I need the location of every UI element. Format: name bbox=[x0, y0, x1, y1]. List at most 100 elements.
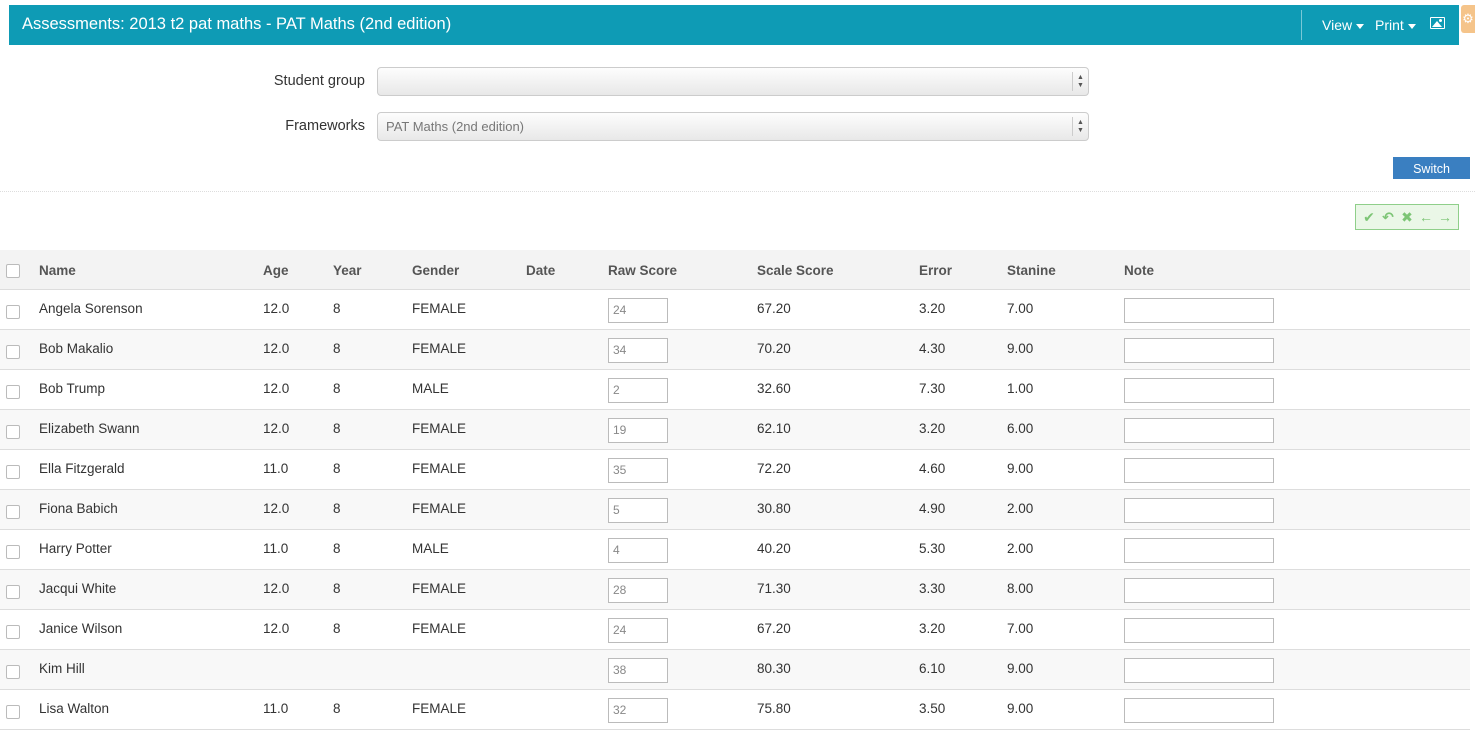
undo-icon[interactable]: ↶ bbox=[1380, 209, 1397, 226]
student-name: Jacqui White bbox=[39, 581, 117, 596]
row-checkbox[interactable] bbox=[6, 465, 20, 479]
raw-score-input[interactable]: 19 bbox=[608, 418, 668, 443]
student-age: 12.0 bbox=[263, 581, 290, 596]
error-value: 3.30 bbox=[919, 581, 946, 596]
student-age: 12.0 bbox=[263, 501, 290, 516]
note-input[interactable] bbox=[1124, 618, 1274, 643]
scale-score: 32.60 bbox=[757, 381, 791, 396]
check-icon[interactable]: ✔ bbox=[1361, 209, 1378, 226]
scale-score: 80.30 bbox=[757, 661, 791, 676]
column-header-note[interactable]: Note bbox=[1124, 250, 1154, 291]
student-name: Janice Wilson bbox=[39, 621, 123, 636]
raw-score-input[interactable]: 35 bbox=[608, 458, 668, 483]
note-input[interactable] bbox=[1124, 298, 1274, 323]
student-name: Angela Sorenson bbox=[39, 301, 143, 316]
note-input[interactable] bbox=[1124, 378, 1274, 403]
student-age: 11.0 bbox=[263, 701, 289, 716]
row-checkbox[interactable] bbox=[6, 625, 20, 639]
raw-score-input[interactable]: 38 bbox=[608, 658, 668, 683]
note-input[interactable] bbox=[1124, 418, 1274, 443]
error-value: 4.90 bbox=[919, 501, 946, 516]
scale-score: 30.80 bbox=[757, 501, 791, 516]
print-menu[interactable]: Print bbox=[1375, 5, 1416, 46]
note-input[interactable] bbox=[1124, 338, 1274, 363]
raw-score-input[interactable]: 4 bbox=[608, 538, 668, 563]
table-row: Bob Makalio 12.0 8 FEMALE 34 70.20 4.30 9.00 bbox=[0, 330, 1470, 370]
row-checkbox[interactable] bbox=[6, 425, 20, 439]
raw-score-input[interactable]: 28 bbox=[608, 578, 668, 603]
switch-view-button[interactable]: Switch View bbox=[1393, 157, 1470, 198]
arrow-right-icon[interactable]: → bbox=[1437, 209, 1454, 225]
view-menu[interactable]: View bbox=[1322, 5, 1365, 46]
stanine-value: 9.00 bbox=[1007, 661, 1034, 676]
stanine-value: 9.00 bbox=[1007, 701, 1034, 716]
arrow-left-icon[interactable]: ← bbox=[1418, 209, 1435, 225]
stanine-value: 1.00 bbox=[1007, 381, 1034, 396]
assessment-table: Name Age Year Gender Date Raw Score Scal… bbox=[0, 250, 1470, 730]
column-header-stanine[interactable]: Stanine bbox=[1007, 250, 1056, 291]
student-age: 12.0 bbox=[263, 301, 290, 316]
column-header-raw-score[interactable]: Raw Score bbox=[608, 250, 677, 291]
row-checkbox[interactable] bbox=[6, 665, 20, 679]
page-header: Assessments: 2013 t2 pat maths - PAT Mat… bbox=[9, 5, 1459, 45]
scale-score: 70.20 bbox=[757, 341, 791, 356]
row-checkbox[interactable] bbox=[6, 585, 20, 599]
error-value: 7.30 bbox=[919, 381, 946, 396]
image-icon[interactable] bbox=[1430, 17, 1445, 29]
raw-score-input[interactable]: 2 bbox=[608, 378, 668, 403]
student-gender: FEMALE bbox=[412, 421, 467, 436]
close-icon[interactable]: ✖ bbox=[1399, 209, 1416, 226]
column-header-error[interactable]: Error bbox=[919, 250, 952, 291]
error-value: 5.30 bbox=[919, 541, 946, 556]
table-row: Lisa Walton 11.0 8 FEMALE 32 75.80 3.50 9.00 bbox=[0, 690, 1470, 730]
table-row: Ella Fitzgerald 11.0 8 FEMALE 35 72.20 4.60 9.0… bbox=[0, 450, 1470, 490]
column-header-name[interactable]: Name bbox=[39, 250, 76, 291]
raw-score-input[interactable]: 32 bbox=[608, 698, 668, 723]
note-input[interactable] bbox=[1124, 698, 1274, 723]
raw-score-input[interactable]: 5 bbox=[608, 498, 668, 523]
error-value: 3.20 bbox=[919, 421, 946, 436]
row-checkbox[interactable] bbox=[6, 305, 20, 319]
column-header-year[interactable]: Year bbox=[333, 250, 362, 291]
row-checkbox[interactable] bbox=[6, 345, 20, 359]
note-input[interactable] bbox=[1124, 498, 1274, 523]
note-input[interactable] bbox=[1124, 578, 1274, 603]
raw-score-input[interactable]: 24 bbox=[608, 298, 668, 323]
column-header-age[interactable]: Age bbox=[263, 250, 289, 291]
error-value: 3.20 bbox=[919, 301, 946, 316]
note-input[interactable] bbox=[1124, 538, 1274, 563]
select-all-checkbox[interactable] bbox=[6, 264, 20, 278]
student-gender: FEMALE bbox=[412, 461, 467, 476]
frameworks-select[interactable]: PAT Maths (2nd edition) ▲ ▼ bbox=[377, 112, 1089, 141]
note-input[interactable] bbox=[1124, 658, 1274, 683]
table-row: Elizabeth Swann 12.0 8 FEMALE 19 62.10 3.20 6.0… bbox=[0, 410, 1470, 450]
scale-score: 67.20 bbox=[757, 621, 791, 636]
student-age: 11.0 bbox=[263, 541, 289, 556]
student-year: 8 bbox=[333, 421, 341, 436]
view-menu-label: View bbox=[1322, 17, 1353, 33]
student-name: Kim Hill bbox=[39, 661, 85, 676]
column-header-date[interactable]: Date bbox=[526, 250, 555, 291]
divider bbox=[0, 191, 1475, 192]
error-value: 3.50 bbox=[919, 701, 946, 716]
select-arrows-icon: ▲ ▼ bbox=[1072, 117, 1088, 136]
row-checkbox[interactable] bbox=[6, 705, 20, 719]
student-gender: FEMALE bbox=[412, 341, 467, 356]
column-header-scale-score[interactable]: Scale Score bbox=[757, 250, 834, 291]
student-year: 8 bbox=[333, 621, 341, 636]
student-name: Harry Potter bbox=[39, 541, 112, 556]
gear-icon[interactable]: ⚙ bbox=[1461, 5, 1475, 33]
table-row: Jacqui White 12.0 8 FEMALE 28 71.30 3.30 8.00 bbox=[0, 570, 1470, 610]
row-checkbox[interactable] bbox=[6, 385, 20, 399]
table-header: Name Age Year Gender Date Raw Score Scal… bbox=[0, 250, 1470, 290]
table-row: Angela Sorenson 12.0 8 FEMALE 24 67.20 3.20 7.0… bbox=[0, 290, 1470, 330]
student-name: Elizabeth Swann bbox=[39, 421, 140, 436]
raw-score-input[interactable]: 34 bbox=[608, 338, 668, 363]
row-checkbox[interactable] bbox=[6, 505, 20, 519]
note-input[interactable] bbox=[1124, 458, 1274, 483]
column-header-gender[interactable]: Gender bbox=[412, 250, 459, 291]
student-group-select[interactable]: ▲ ▼ bbox=[377, 67, 1089, 96]
row-checkbox[interactable] bbox=[6, 545, 20, 559]
table-body: Angela Sorenson 12.0 8 FEMALE 24 67.20 3.20 7.0… bbox=[0, 290, 1470, 730]
raw-score-input[interactable]: 24 bbox=[608, 618, 668, 643]
